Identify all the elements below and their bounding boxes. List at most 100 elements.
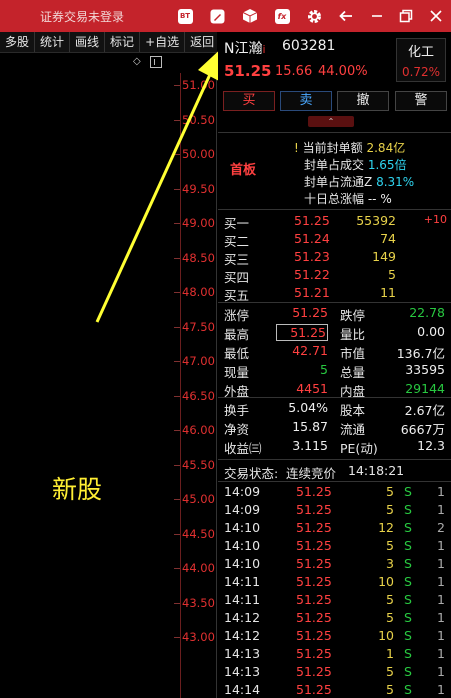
first-board-tag: 首板 bbox=[230, 163, 257, 178]
minimize-icon[interactable] bbox=[368, 7, 386, 25]
order-volume: 11 bbox=[380, 285, 396, 300]
price-axis-tick-mark bbox=[174, 119, 180, 121]
toolbar-multi-stock[interactable]: 多股 bbox=[0, 32, 36, 52]
bt-icon-label: BT bbox=[177, 8, 193, 24]
stock-name[interactable]: N江瀚i bbox=[224, 38, 266, 58]
cube-icon[interactable] bbox=[241, 7, 259, 25]
trade-status-value: 连续竞价 bbox=[286, 466, 337, 481]
gear-icon[interactable] bbox=[305, 7, 323, 25]
price-axis-tick-label: 44.00 bbox=[182, 561, 215, 575]
order-volume: 55392 bbox=[356, 213, 396, 228]
price-axis-tick-mark bbox=[174, 361, 180, 362]
trade-count: 1 bbox=[437, 556, 445, 571]
trade-row: 14:10 51.25 3 S 1 bbox=[218, 556, 451, 574]
tick-trades-list[interactable]: 14:09 51.25 5 S 1 14:09 51.25 5 S 1 14:10 51.25 12 S 2… bbox=[218, 481, 451, 698]
price-axis-tick-mark bbox=[174, 499, 180, 500]
stat-value: 15.87 bbox=[292, 419, 328, 434]
seal-value: 2.84亿 bbox=[366, 141, 406, 155]
stat-label: 最低 bbox=[224, 346, 250, 361]
sector-box[interactable]: 化工 0.72% bbox=[396, 38, 446, 82]
trade-status-time: 14:18:21 bbox=[348, 463, 405, 478]
trade-time: 14:14 bbox=[224, 682, 261, 697]
order-row[interactable]: 买二 51.24 74 bbox=[218, 231, 451, 249]
toolbar-add-watchlist[interactable]: +自选 bbox=[140, 32, 186, 52]
stat-label: 流通 bbox=[340, 422, 366, 437]
toolbar-mark[interactable]: 标记 bbox=[105, 32, 141, 52]
order-row[interactable]: 买四 51.22 5 bbox=[218, 267, 451, 285]
seal-row-vs-float: 封单占流通Z 8.31% bbox=[304, 173, 414, 190]
alert-button[interactable]: 警 bbox=[395, 91, 447, 111]
restore-icon[interactable] bbox=[397, 7, 415, 25]
order-volume: 149 bbox=[372, 249, 396, 264]
trade-price: 51.25 bbox=[296, 664, 332, 679]
trade-side: S bbox=[404, 610, 412, 625]
sell-button[interactable]: 卖 bbox=[280, 91, 332, 111]
cancel-order-button[interactable]: 撤 bbox=[337, 91, 389, 111]
chevron-up-icon: ⌃ bbox=[327, 117, 335, 126]
price-chart[interactable]: ◇ 51.00 50.50 50.00 49.50 49.00 48.50 48.00 47.… bbox=[0, 53, 217, 698]
stock-code: 603281 bbox=[282, 38, 336, 54]
fx-icon[interactable]: fx bbox=[273, 7, 291, 25]
trade-side: S bbox=[404, 484, 412, 499]
trade-count: 2 bbox=[437, 520, 445, 535]
price-change-pct: 44.00% bbox=[318, 64, 368, 79]
order-level-label: 买四 bbox=[224, 270, 250, 285]
order-book: 买一 51.25 55392 +10 买二 51.24 74 买三 51.23 149 买四 51.2… bbox=[218, 209, 451, 303]
price-axis-tick-label: 45.50 bbox=[182, 457, 215, 472]
trade-volume: 3 bbox=[386, 556, 394, 571]
trade-status-label: 交易状态: bbox=[224, 466, 279, 481]
diamond-icon[interactable]: ◇ bbox=[133, 56, 141, 67]
stat-value: 42.71 bbox=[292, 343, 328, 358]
toolbar-return[interactable]: 返回 bbox=[185, 32, 217, 52]
order-row[interactable]: 买三 51.23 149 bbox=[218, 249, 451, 267]
order-row[interactable]: 买一 51.25 55392 +10 bbox=[218, 213, 451, 231]
order-price: 51.22 bbox=[294, 267, 330, 282]
price-axis-tick-label: 49.00 bbox=[182, 216, 215, 230]
info-icon[interactable]: i bbox=[262, 43, 265, 56]
toolbar-statistics[interactable]: 统计 bbox=[35, 32, 71, 52]
price-axis-tick-mark bbox=[174, 188, 180, 190]
stat-label: 股本 bbox=[340, 403, 366, 418]
trade-row: 14:11 51.25 10 S 1 bbox=[218, 574, 451, 592]
price-axis-tick-label: 43.00 bbox=[182, 630, 215, 644]
order-price: 51.24 bbox=[294, 231, 330, 246]
trade-count: 1 bbox=[437, 664, 445, 679]
price-axis-tick-mark bbox=[174, 85, 180, 86]
quote-stats: 涨停 51.25 跌停 22.78 最高 51.25 量比 0.00 最低 42.71 市值 136.… bbox=[218, 302, 451, 399]
order-price: 51.25 bbox=[294, 213, 330, 228]
buy-button[interactable]: 买 bbox=[223, 91, 275, 111]
trade-time: 14:12 bbox=[224, 610, 261, 625]
stat-row: 最高 51.25 量比 0.00 bbox=[218, 324, 451, 343]
price-axis-line bbox=[180, 73, 181, 698]
sector-pct: 0.72% bbox=[401, 65, 441, 79]
panel-toggle-icon[interactable] bbox=[150, 56, 162, 68]
back-arrow-icon[interactable] bbox=[337, 7, 355, 25]
seal-label: 封单占成交 bbox=[304, 158, 365, 172]
stat-value: 12.3 bbox=[417, 438, 445, 453]
trade-count: 1 bbox=[437, 592, 445, 607]
toolbar-draw-line[interactable]: 画线 bbox=[70, 32, 106, 52]
trade-status: 交易状态: 连续竞价 14:18:21 bbox=[218, 459, 451, 481]
price-change: 15.66 bbox=[275, 64, 313, 79]
trade-row: 14:13 51.25 5 S 1 bbox=[218, 664, 451, 682]
warning-icon: ! bbox=[294, 141, 299, 155]
price-axis-tick-label: 48.50 bbox=[182, 250, 215, 265]
bt-icon[interactable]: BT bbox=[176, 7, 194, 25]
seal-value: 1.65倍 bbox=[367, 158, 407, 172]
price-axis-tick-mark bbox=[174, 464, 180, 466]
close-icon[interactable] bbox=[427, 7, 445, 25]
order-row[interactable]: 买五 51.21 11 bbox=[218, 285, 451, 303]
current-price: 51.25 bbox=[224, 62, 272, 80]
stat-value: 4451 bbox=[296, 381, 328, 396]
collapse-toggle[interactable]: ⌃ bbox=[308, 116, 354, 127]
stat-label: 净资 bbox=[224, 422, 250, 437]
trade-price: 51.25 bbox=[296, 592, 332, 607]
stat-value: 6667万 bbox=[400, 422, 445, 437]
trade-volume: 5 bbox=[386, 484, 394, 499]
price-axis-tick-label: 47.50 bbox=[182, 319, 215, 334]
edit-icon[interactable] bbox=[208, 7, 226, 25]
stat-value: 5 bbox=[320, 362, 328, 377]
trade-side: S bbox=[404, 664, 412, 679]
trade-volume: 5 bbox=[386, 538, 394, 553]
price-axis-tick-mark bbox=[174, 154, 180, 155]
